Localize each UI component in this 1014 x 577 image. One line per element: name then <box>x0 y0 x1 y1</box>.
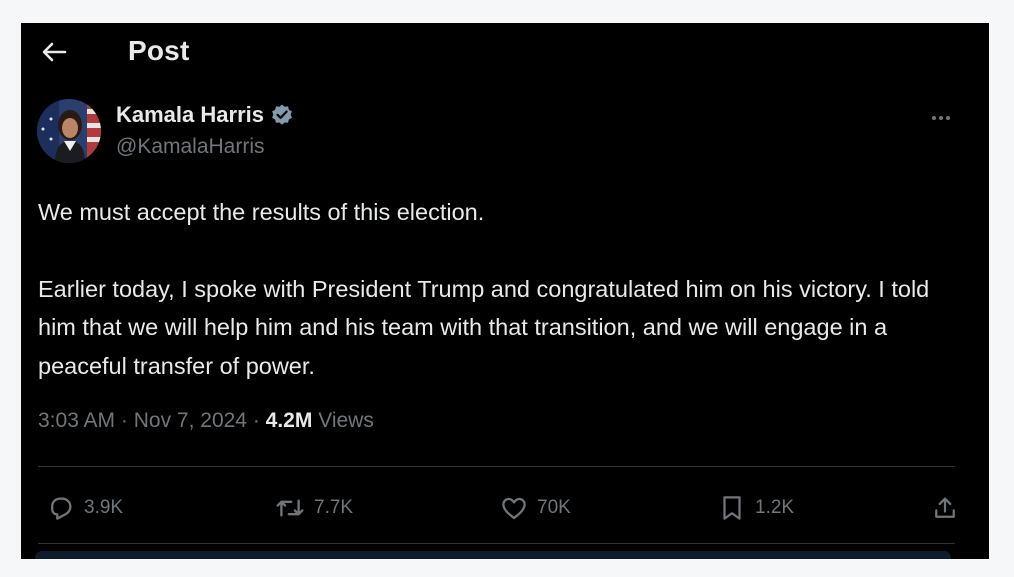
reply-button[interactable]: 3.9K <box>46 490 123 526</box>
repost-icon <box>276 499 304 517</box>
author-name[interactable]: Kamala Harris <box>116 102 294 128</box>
meta-separator: · <box>252 409 266 432</box>
tweet-meta: 3:03 AM · Nov 7, 2024 · 4.2M Views <box>38 409 374 433</box>
reply-icon <box>51 497 72 520</box>
tweet-date[interactable]: Nov 7, 2024 <box>134 409 247 432</box>
action-bar: 3.9K 7.7K 70K 1.2K <box>38 490 955 526</box>
repost-button[interactable]: 7.7K <box>274 490 353 526</box>
repost-count: 7.7K <box>314 497 354 518</box>
more-options-button[interactable] <box>921 103 961 133</box>
divider <box>38 543 955 544</box>
post-view: Post Kamala Harris @KamalaHarris We must… <box>21 23 989 559</box>
like-icon <box>502 497 526 520</box>
like-count: 70K <box>537 497 571 518</box>
reply-count: 3.9K <box>84 497 124 518</box>
tweet-paragraph: We must accept the results of this elect… <box>38 199 485 225</box>
verified-badge-icon <box>270 103 294 127</box>
views-count: 4.2M <box>265 409 313 432</box>
page-title: Post <box>128 35 190 66</box>
like-button[interactable]: 70K <box>499 490 571 526</box>
tweet-paragraph: Earlier today, I spoke with President Tr… <box>38 275 930 379</box>
reply-composer-edge <box>35 551 951 559</box>
divider <box>38 466 955 467</box>
share-icon <box>935 497 955 518</box>
tweet-text: We must accept the results of this elect… <box>38 193 963 385</box>
author-name-text: Kamala Harris <box>116 102 264 127</box>
bookmark-button[interactable]: 1.2K <box>717 490 794 526</box>
back-button[interactable] <box>39 37 69 67</box>
views-label: Views <box>318 409 374 432</box>
author-handle[interactable]: @KamalaHarris <box>116 135 265 159</box>
tweet-time[interactable]: 3:03 AM <box>38 409 115 432</box>
more-icon <box>932 116 936 120</box>
avatar[interactable] <box>37 99 101 163</box>
bookmark-count: 1.2K <box>755 497 795 518</box>
meta-separator: · <box>120 409 134 432</box>
share-button[interactable] <box>931 490 959 526</box>
bookmark-icon <box>723 496 741 520</box>
back-arrow-icon <box>42 42 67 62</box>
post-header: Post <box>21 23 989 83</box>
